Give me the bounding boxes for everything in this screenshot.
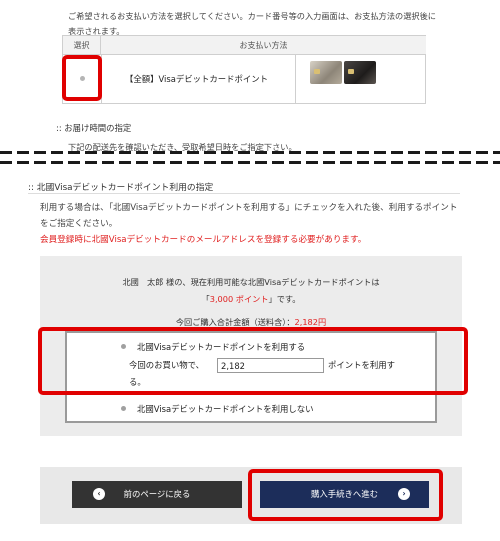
payment-method-table: 選択 お支払い方法 【全額】Visaデビットカードポイント	[62, 35, 426, 104]
column-header-select: 選択	[63, 36, 101, 55]
section-divider	[28, 193, 460, 194]
highlight-box-proceed	[248, 469, 443, 521]
highlight-box-radio	[62, 55, 102, 101]
no-points-radio[interactable]	[121, 406, 126, 411]
payment-method-label: 【全額】Visaデビットカードポイント	[125, 74, 268, 84]
points-instruction: 利用する場合は、「北國Visaデビットカードポイントを利用する」にチェックを入れ…	[40, 203, 458, 229]
points-warning: 会員登録時に北國Visaデビットカードのメールアドレスを登録する必要があります。	[40, 235, 367, 245]
back-button[interactable]: ‹ 前のページに戻る	[72, 481, 242, 508]
delivery-section-title: :: お届け時間の指定	[56, 123, 132, 133]
no-points-label[interactable]: 北國Visaデビットカードポイントを利用しない	[137, 403, 314, 415]
points-available-value: 3,000 ポイント	[209, 294, 269, 304]
purchase-total-label: 今回ご購入合計金額（送料含）：	[175, 317, 295, 327]
chevron-left-icon: ‹	[93, 488, 105, 500]
back-button-label: 前のページに戻る	[123, 489, 191, 499]
column-header-method: お支払い方法	[101, 36, 426, 55]
omission-line	[0, 161, 500, 164]
card-image-black	[344, 61, 376, 84]
points-section-title: :: 北國Visaデビットカードポイント利用の指定	[28, 183, 214, 193]
omission-line	[0, 151, 500, 154]
points-summary: 北國 太郎 様の、現在利用可能な北國Visaデビットカードポイントは「3,000…	[40, 274, 462, 327]
highlight-box-use-points	[38, 327, 468, 395]
points-available-suffix: 」です。	[268, 294, 301, 304]
card-image-silver	[310, 61, 342, 84]
column-divider	[295, 55, 296, 104]
purchase-total-value: 2,182円	[294, 317, 327, 327]
points-section-description: 利用する場合は、「北國Visaデビットカードポイントを利用する」にチェックを入れ…	[40, 200, 460, 248]
